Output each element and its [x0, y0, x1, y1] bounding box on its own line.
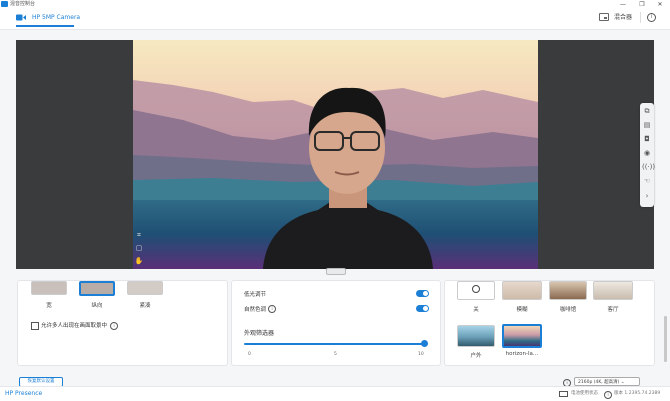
pip-icon[interactable]: ⧉ [642, 106, 652, 117]
background-label-cafe: 咖啡馆 [559, 307, 577, 313]
frame-icon[interactable]: ▢ [133, 243, 145, 254]
framing-label-wide: 宽 [46, 303, 52, 309]
low-light-label: 低光调节 [244, 292, 267, 298]
background-option-outdoor[interactable] [457, 325, 495, 347]
background-label-living-room: 客厅 [607, 307, 619, 313]
camera-icon[interactable]: ◘ [642, 134, 652, 145]
info-icon[interactable]: i [647, 13, 656, 22]
background-option-blur[interactable] [502, 281, 542, 300]
resolution-select[interactable]: 2160p (4K, 超高清) ⌄ [574, 377, 640, 386]
broadcast-icon[interactable]: ((·)) [642, 162, 655, 173]
mixer-icon[interactable] [599, 13, 609, 21]
framing-option-wide[interactable] [31, 281, 67, 295]
background-panel: 关 模糊 咖啡馆 客厅 户外 horizon-la… [444, 280, 655, 366]
version-label: 版本 1.2395.74.2389 [614, 391, 661, 396]
info-icon[interactable]: i [268, 305, 276, 313]
tab-active-indicator [16, 25, 74, 27]
video-camera-icon [16, 14, 26, 21]
background-option-off[interactable] [457, 281, 495, 300]
minimize-button[interactable]: — [618, 0, 628, 9]
resolution-value: 2160p (4K, 超高清) [578, 380, 620, 385]
app-logo [1, 1, 8, 7]
background-option-horizon[interactable] [502, 324, 542, 348]
close-button[interactable]: ✕ [655, 0, 665, 9]
tab-bar: HP 5MP Camera 混合器 i [0, 9, 670, 30]
framing-option-compact[interactable] [127, 281, 163, 295]
slider-tick-min: 0 [248, 352, 251, 357]
power-status: 电池使用状态 [571, 391, 598, 396]
slider-thumb[interactable] [420, 340, 428, 347]
background-label-blur: 模糊 [516, 307, 528, 313]
appearance-filter-slider[interactable] [244, 343, 424, 345]
none-icon [472, 285, 480, 293]
record-icon[interactable]: ◉ [642, 148, 652, 159]
chevron-right-icon[interactable]: › [642, 191, 652, 202]
adjustments-panel: 低光调节 自然色调 i 外观筛选器 0 5 10 [231, 280, 441, 366]
preview-toolbar: ⧉ ▤ ◘ ◉ ((·)) ☜ › [640, 103, 655, 207]
panel-resize-handle[interactable] [326, 268, 346, 275]
mixer-button[interactable]: 混合器 [614, 13, 632, 22]
divider [640, 12, 641, 23]
video-feed [133, 40, 538, 269]
natural-color-label: 自然色调 [244, 307, 267, 313]
tab-camera[interactable]: HP 5MP Camera [32, 13, 80, 22]
multi-person-label: 允许多人出现在画面取景中 [41, 323, 108, 329]
framing-option-portrait[interactable] [79, 281, 115, 296]
background-option-cafe[interactable] [549, 281, 587, 300]
gesture-icon[interactable]: ☜ [642, 176, 652, 187]
app-name: 混音控制台 [10, 1, 36, 7]
background-label-outdoor: 户外 [470, 353, 482, 359]
natural-color-toggle[interactable] [416, 305, 429, 312]
info-icon[interactable]: i [110, 322, 118, 330]
framing-panel: 宽 纵向 紧凑 允许多人出现在画面取景中 i [17, 280, 228, 366]
low-light-toggle[interactable] [416, 290, 429, 297]
camera-preview [16, 40, 654, 269]
appearance-filter-label: 外观筛选器 [244, 330, 275, 337]
slider-tick-mid: 5 [334, 352, 337, 357]
hand-icon[interactable]: ✋ [133, 256, 145, 267]
background-label-horizon: horizon-la… [505, 351, 539, 357]
picture-icon[interactable]: ▤ [642, 120, 652, 131]
restore-button[interactable]: ❐ [637, 0, 647, 9]
preview-left-tools: ⌗ ▢ ✋ [133, 229, 145, 269]
multi-person-checkbox[interactable] [31, 322, 39, 330]
info-icon[interactable]: i [604, 391, 612, 399]
crop-icon[interactable]: ⌗ [133, 230, 145, 241]
chevron-down-icon: ⌄ [620, 380, 625, 385]
slider-tick-max: 10 [418, 352, 424, 357]
brand-label: HP Presence [5, 390, 43, 397]
scrollbar[interactable] [664, 316, 667, 362]
framing-label-portrait: 纵向 [91, 303, 103, 309]
status-bar: HP Presence 电池使用状态 i 版本 1.2395.74.2389 [0, 386, 670, 401]
background-option-living-room[interactable] [593, 281, 633, 300]
battery-icon [559, 391, 568, 397]
title-bar: 混音控制台 — ❐ ✕ [0, 0, 670, 9]
background-label-off: 关 [473, 307, 479, 313]
framing-label-compact: 紧凑 [139, 303, 151, 309]
